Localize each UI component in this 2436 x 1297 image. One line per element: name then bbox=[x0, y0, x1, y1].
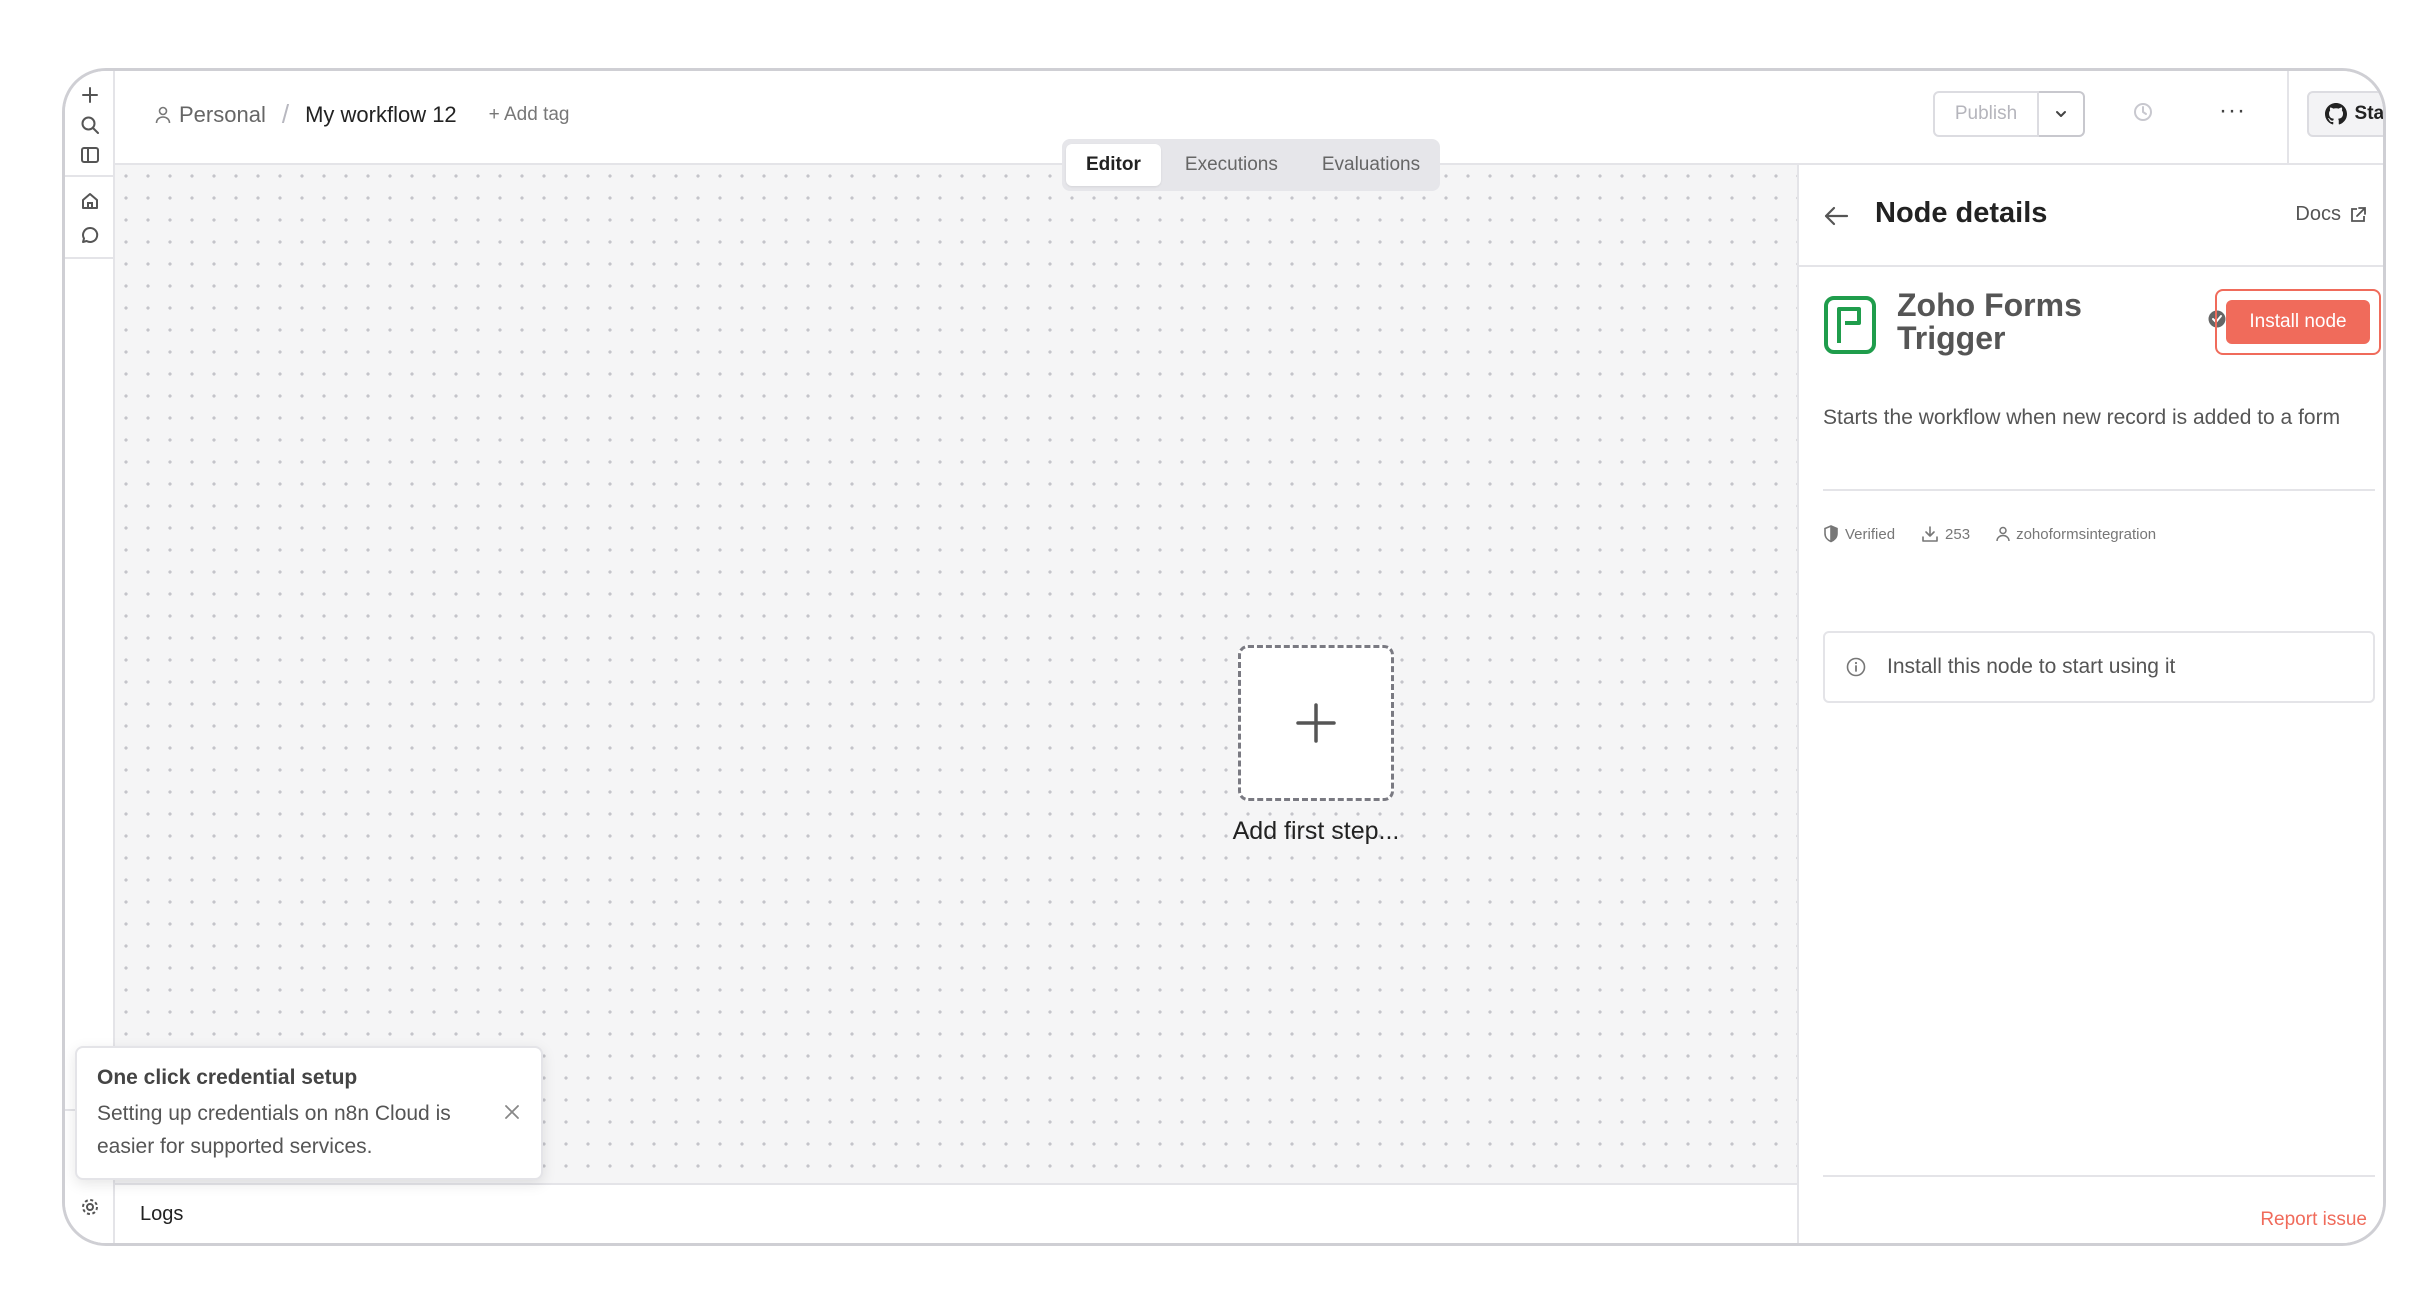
github-star-button[interactable]: Star bbox=[2307, 91, 2385, 137]
user-icon bbox=[155, 106, 171, 123]
breadcrumb-separator: / bbox=[281, 99, 290, 129]
home-icon[interactable] bbox=[78, 189, 102, 213]
close-icon[interactable] bbox=[503, 1103, 521, 1126]
install-info-text: Install this node to start using it bbox=[1887, 655, 2176, 678]
back-arrow-icon[interactable] bbox=[1823, 205, 1849, 232]
install-node-button[interactable]: Install node bbox=[2226, 300, 2370, 344]
info-icon bbox=[1846, 657, 1866, 677]
breadcrumb-personal[interactable]: Personal bbox=[155, 102, 266, 128]
plus-icon bbox=[1296, 703, 1336, 743]
github-icon bbox=[2324, 103, 2347, 125]
toast-title: One click credential setup bbox=[97, 1066, 358, 1089]
download-icon bbox=[1922, 526, 1938, 542]
breadcrumb-personal-label: Personal bbox=[179, 101, 266, 127]
publish-button[interactable]: Publish bbox=[1933, 91, 2039, 137]
header-divider bbox=[2287, 71, 2289, 165]
node-details-panel: Node details Docs Zoho Forms Trigger Ins… bbox=[1797, 165, 2383, 1243]
sidebar-toggle-icon[interactable] bbox=[78, 143, 102, 167]
node-meta: Verified 253 zohoformsintegration bbox=[1823, 525, 2156, 543]
tab-executions[interactable]: Executions bbox=[1165, 144, 1298, 186]
node-description: Starts the workflow when new record is a… bbox=[1823, 406, 2341, 429]
publish-dropdown-button[interactable] bbox=[2039, 91, 2085, 137]
zoho-forms-icon bbox=[1823, 295, 1877, 360]
add-tag-button[interactable]: + Add tag bbox=[489, 104, 570, 126]
panel-footer-divider bbox=[1823, 1175, 2375, 1177]
user-icon bbox=[1996, 526, 2010, 542]
panel-header: Node details Docs bbox=[1799, 165, 2383, 267]
meta-author: zohoformsintegration bbox=[1996, 526, 2156, 543]
logs-label: Logs bbox=[140, 1203, 184, 1225]
downloads-count: 253 bbox=[1945, 525, 1971, 543]
panel-divider bbox=[1823, 489, 2375, 491]
settings-icon[interactable] bbox=[78, 1195, 102, 1219]
docs-label: Docs bbox=[2295, 203, 2341, 225]
add-first-step-label: Add first step... bbox=[1232, 817, 1400, 845]
app-window: Personal / My workflow 12 + Add tag Publ… bbox=[62, 68, 2386, 1246]
install-info-box: Install this node to start using it bbox=[1823, 631, 2375, 703]
search-icon[interactable] bbox=[78, 113, 102, 137]
history-icon[interactable] bbox=[2132, 101, 2154, 128]
rail-divider bbox=[65, 257, 115, 259]
rail-divider bbox=[65, 175, 115, 177]
more-options-button[interactable]: ··· bbox=[2219, 97, 2246, 125]
plus-icon[interactable] bbox=[78, 83, 102, 107]
star-label: Star bbox=[2354, 103, 2385, 124]
meta-verified: Verified bbox=[1823, 525, 1895, 543]
install-button-focus-ring: Install node bbox=[2215, 289, 2381, 355]
toast-body: Setting up credentials on n8n Cloud is e… bbox=[97, 1102, 451, 1158]
workflow-name[interactable]: My workflow 12 bbox=[305, 102, 457, 128]
logs-bar[interactable]: Logs bbox=[115, 1183, 1797, 1243]
publish-group: Publish bbox=[1933, 91, 2085, 137]
workflow-canvas[interactable]: Add first step... bbox=[115, 165, 1797, 1183]
add-first-step-button[interactable] bbox=[1238, 645, 1394, 801]
author-name: zohoformsintegration bbox=[2016, 525, 2157, 543]
credential-setup-toast: One click credential setup Setting up cr… bbox=[75, 1046, 543, 1180]
chevron-down-icon bbox=[2056, 111, 2066, 117]
chat-icon[interactable] bbox=[78, 223, 102, 247]
node-name: Zoho Forms Trigger bbox=[1897, 287, 2082, 356]
tab-editor[interactable]: Editor bbox=[1066, 144, 1161, 186]
panel-title: Node details bbox=[1875, 197, 2048, 229]
shield-icon bbox=[1824, 525, 1838, 543]
breadcrumb: Personal / My workflow 12 + Add tag bbox=[155, 99, 570, 130]
docs-link[interactable]: Docs bbox=[2295, 203, 2367, 226]
external-link-icon bbox=[2351, 206, 2366, 222]
report-issue-link[interactable]: Report issue bbox=[2260, 1209, 2367, 1231]
tab-evaluations[interactable]: Evaluations bbox=[1302, 144, 1440, 186]
meta-downloads: 253 bbox=[1921, 525, 1970, 543]
verified-label: Verified bbox=[1845, 525, 1896, 543]
view-tabs: Editor Executions Evaluations bbox=[1062, 139, 1440, 191]
